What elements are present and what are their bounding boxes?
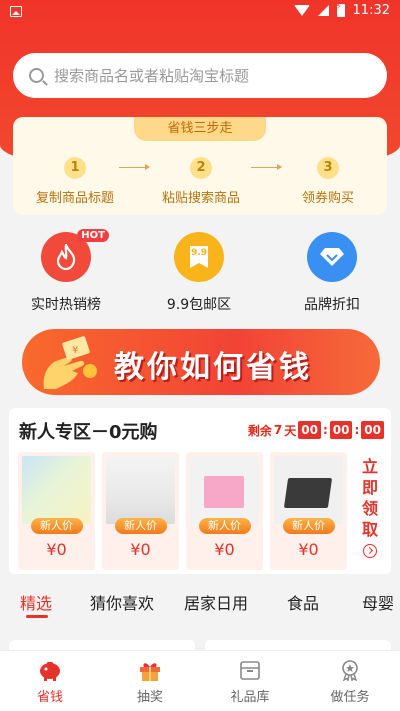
bottom-navigation: 省钱 抽奖 礼品库 做任务 — [0, 650, 400, 711]
newbie-title: 新人专区－0元购 — [19, 422, 158, 443]
battery-charging-icon — [336, 2, 345, 17]
diamond-icon — [307, 232, 357, 282]
product-price: ¥0 — [298, 540, 319, 559]
medal-icon — [338, 659, 362, 683]
countdown-unit: 天 — [284, 423, 297, 438]
category-hot-sales[interactable]: HOT 实时热销榜 — [16, 229, 116, 314]
product-card[interactable]: 新人价 ¥0 — [18, 452, 95, 570]
status-bar: 11:32 — [0, 0, 400, 24]
nav-label: 省钱 — [36, 690, 63, 705]
nav-label: 抽奖 — [136, 690, 163, 705]
product-card[interactable]: 新人价 ¥0 — [270, 452, 347, 570]
product-price: ¥0 — [214, 540, 235, 559]
newbie-price-badge: 新人价 — [114, 518, 167, 534]
countdown-days: 7 — [273, 423, 283, 437]
banner-text: 教你如何省钱 — [114, 350, 312, 385]
nav-gift-library[interactable]: 礼品库 — [200, 659, 300, 705]
saving-steps-card: 省钱三步走 1 复制商品标题 2 粘贴搜索商品 3 领券购买 — [13, 117, 387, 215]
box-icon — [238, 659, 262, 681]
product-image — [190, 456, 259, 524]
countdown: 剩余 7 天 00 : 00 : 00 — [248, 421, 384, 439]
steps-title: 省钱三步走 — [134, 117, 266, 141]
hot-badge: HOT — [77, 229, 109, 242]
newbie-price-badge: 新人价 — [198, 518, 251, 534]
step-label: 领券购买 — [301, 191, 354, 206]
nav-label: 礼品库 — [230, 690, 270, 705]
tab-mother-baby[interactable]: 母婴 — [362, 590, 394, 614]
get-now-char: 领 — [361, 499, 378, 518]
countdown-hours: 00 — [298, 421, 321, 439]
newbie-price-badge: 新人价 — [30, 518, 83, 534]
step-label: 复制商品标题 — [35, 191, 114, 206]
coupon-text: 9.9 — [191, 248, 207, 258]
tab-food[interactable]: 食品 — [287, 590, 319, 614]
product-card[interactable]: 新人价 ¥0 — [186, 452, 263, 570]
arrow-right-icon — [119, 164, 150, 170]
countdown-seconds: 00 — [361, 421, 384, 439]
tab-household[interactable]: 居家日用 — [184, 590, 248, 614]
search-icon — [29, 68, 44, 83]
step-number: 3 — [317, 157, 339, 179]
get-now-button[interactable]: 立 即 领 取 — [361, 456, 379, 558]
status-time: 11:32 — [352, 3, 390, 18]
get-now-char: 即 — [361, 478, 378, 497]
signal-icon — [317, 5, 329, 16]
countdown-minutes: 00 — [329, 421, 353, 439]
category-label: 品牌折扣 — [304, 297, 360, 313]
product-price: ¥0 — [46, 540, 67, 559]
step-3: 3 领券购买 — [273, 157, 383, 206]
search-bar[interactable] — [13, 53, 387, 98]
coupon-9-9-icon: 9.9 — [174, 232, 224, 282]
flame-icon: HOT — [41, 229, 109, 282]
get-now-char: 立 — [361, 457, 378, 476]
wifi-icon — [293, 5, 310, 16]
image-notification-icon — [10, 6, 22, 17]
nav-tasks[interactable]: 做任务 — [300, 659, 400, 705]
countdown-prefix: 剩余 — [247, 423, 272, 438]
nav-lottery[interactable]: 抽奖 — [100, 659, 200, 705]
step-2: 2 粘贴搜索商品 — [146, 157, 256, 206]
step-label: 粘贴搜索商品 — [161, 191, 240, 206]
product-image — [22, 456, 91, 524]
chevron-right-circle-icon — [363, 544, 377, 558]
newbie-zone-card: 新人专区－0元购 剩余 7 天 00 : 00 : 00 新人价 ¥0 新人价 … — [9, 408, 391, 574]
category-label: 9.9包邮区 — [166, 297, 232, 313]
gift-icon — [138, 659, 162, 681]
step-number: 1 — [64, 157, 86, 179]
hand-money-icon: ¥ — [43, 336, 97, 389]
product-image — [274, 456, 343, 524]
newbie-price-badge: 新人价 — [282, 518, 335, 534]
product-card[interactable]: 新人价 ¥0 — [102, 452, 179, 570]
tab-featured[interactable]: 精选 — [20, 590, 52, 618]
get-now-char: 取 — [361, 520, 378, 539]
nav-save-money[interactable]: 省钱 — [0, 659, 100, 705]
search-input[interactable] — [54, 66, 354, 85]
category-tabs: 精选 猜你喜欢 居家日用 食品 母婴 — [0, 590, 400, 620]
tab-guess-you-like[interactable]: 猜你喜欢 — [90, 590, 154, 614]
step-1: 1 复制商品标题 — [20, 157, 130, 206]
how-to-save-banner[interactable]: ¥ 教你如何省钱 — [22, 329, 380, 395]
product-image — [106, 456, 175, 524]
piggy-bank-icon — [38, 659, 62, 681]
svg-text:¥: ¥ — [72, 345, 78, 356]
step-number: 2 — [190, 157, 212, 179]
category-label: 实时热销榜 — [31, 297, 101, 313]
category-9-9-free-shipping[interactable]: 9.9 9.9包邮区 — [149, 232, 249, 314]
category-brand-discount[interactable]: 品牌折扣 — [282, 232, 382, 314]
nav-label: 做任务 — [330, 690, 370, 705]
product-price: ¥0 — [130, 540, 151, 559]
